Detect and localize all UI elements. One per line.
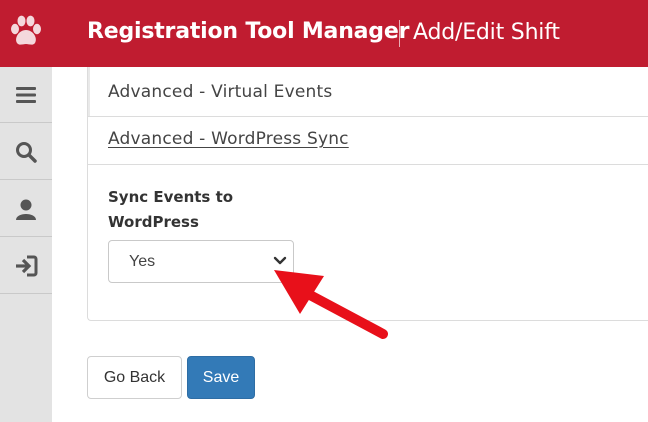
sidebar-menu-button[interactable] <box>0 67 52 123</box>
red-arrow-icon <box>274 270 388 339</box>
section-wordpress-sync[interactable]: Advanced - WordPress Sync <box>88 117 648 165</box>
sign-in-icon <box>16 255 38 276</box>
app-title: Registration Tool Manager <box>87 19 410 44</box>
page-subtitle: Add/Edit Shift <box>413 20 560 45</box>
section-virtual-events[interactable]: Advanced - Virtual Events <box>88 67 648 117</box>
sidebar-user-button[interactable] <box>0 181 52 237</box>
sync-events-selected-value: Yes <box>129 253 156 270</box>
go-back-button[interactable]: Go Back <box>87 356 182 399</box>
paw-icon[interactable] <box>9 13 43 49</box>
search-icon <box>16 141 37 163</box>
app-header: Registration Tool Manager Add/Edit Shift <box>0 0 648 67</box>
title-separator <box>399 20 400 47</box>
section-wordpress-sync-title[interactable]: Advanced - WordPress Sync <box>108 129 349 149</box>
sidebar-signin-button[interactable] <box>0 238 52 294</box>
user-icon <box>16 199 36 220</box>
menu-icon <box>16 86 36 103</box>
sidebar <box>0 67 52 422</box>
save-button[interactable]: Save <box>187 356 255 399</box>
sidebar-search-button[interactable] <box>0 124 52 180</box>
section-virtual-events-title[interactable]: Advanced - Virtual Events <box>108 82 332 102</box>
sync-events-label: Sync Events to WordPress <box>108 188 234 231</box>
